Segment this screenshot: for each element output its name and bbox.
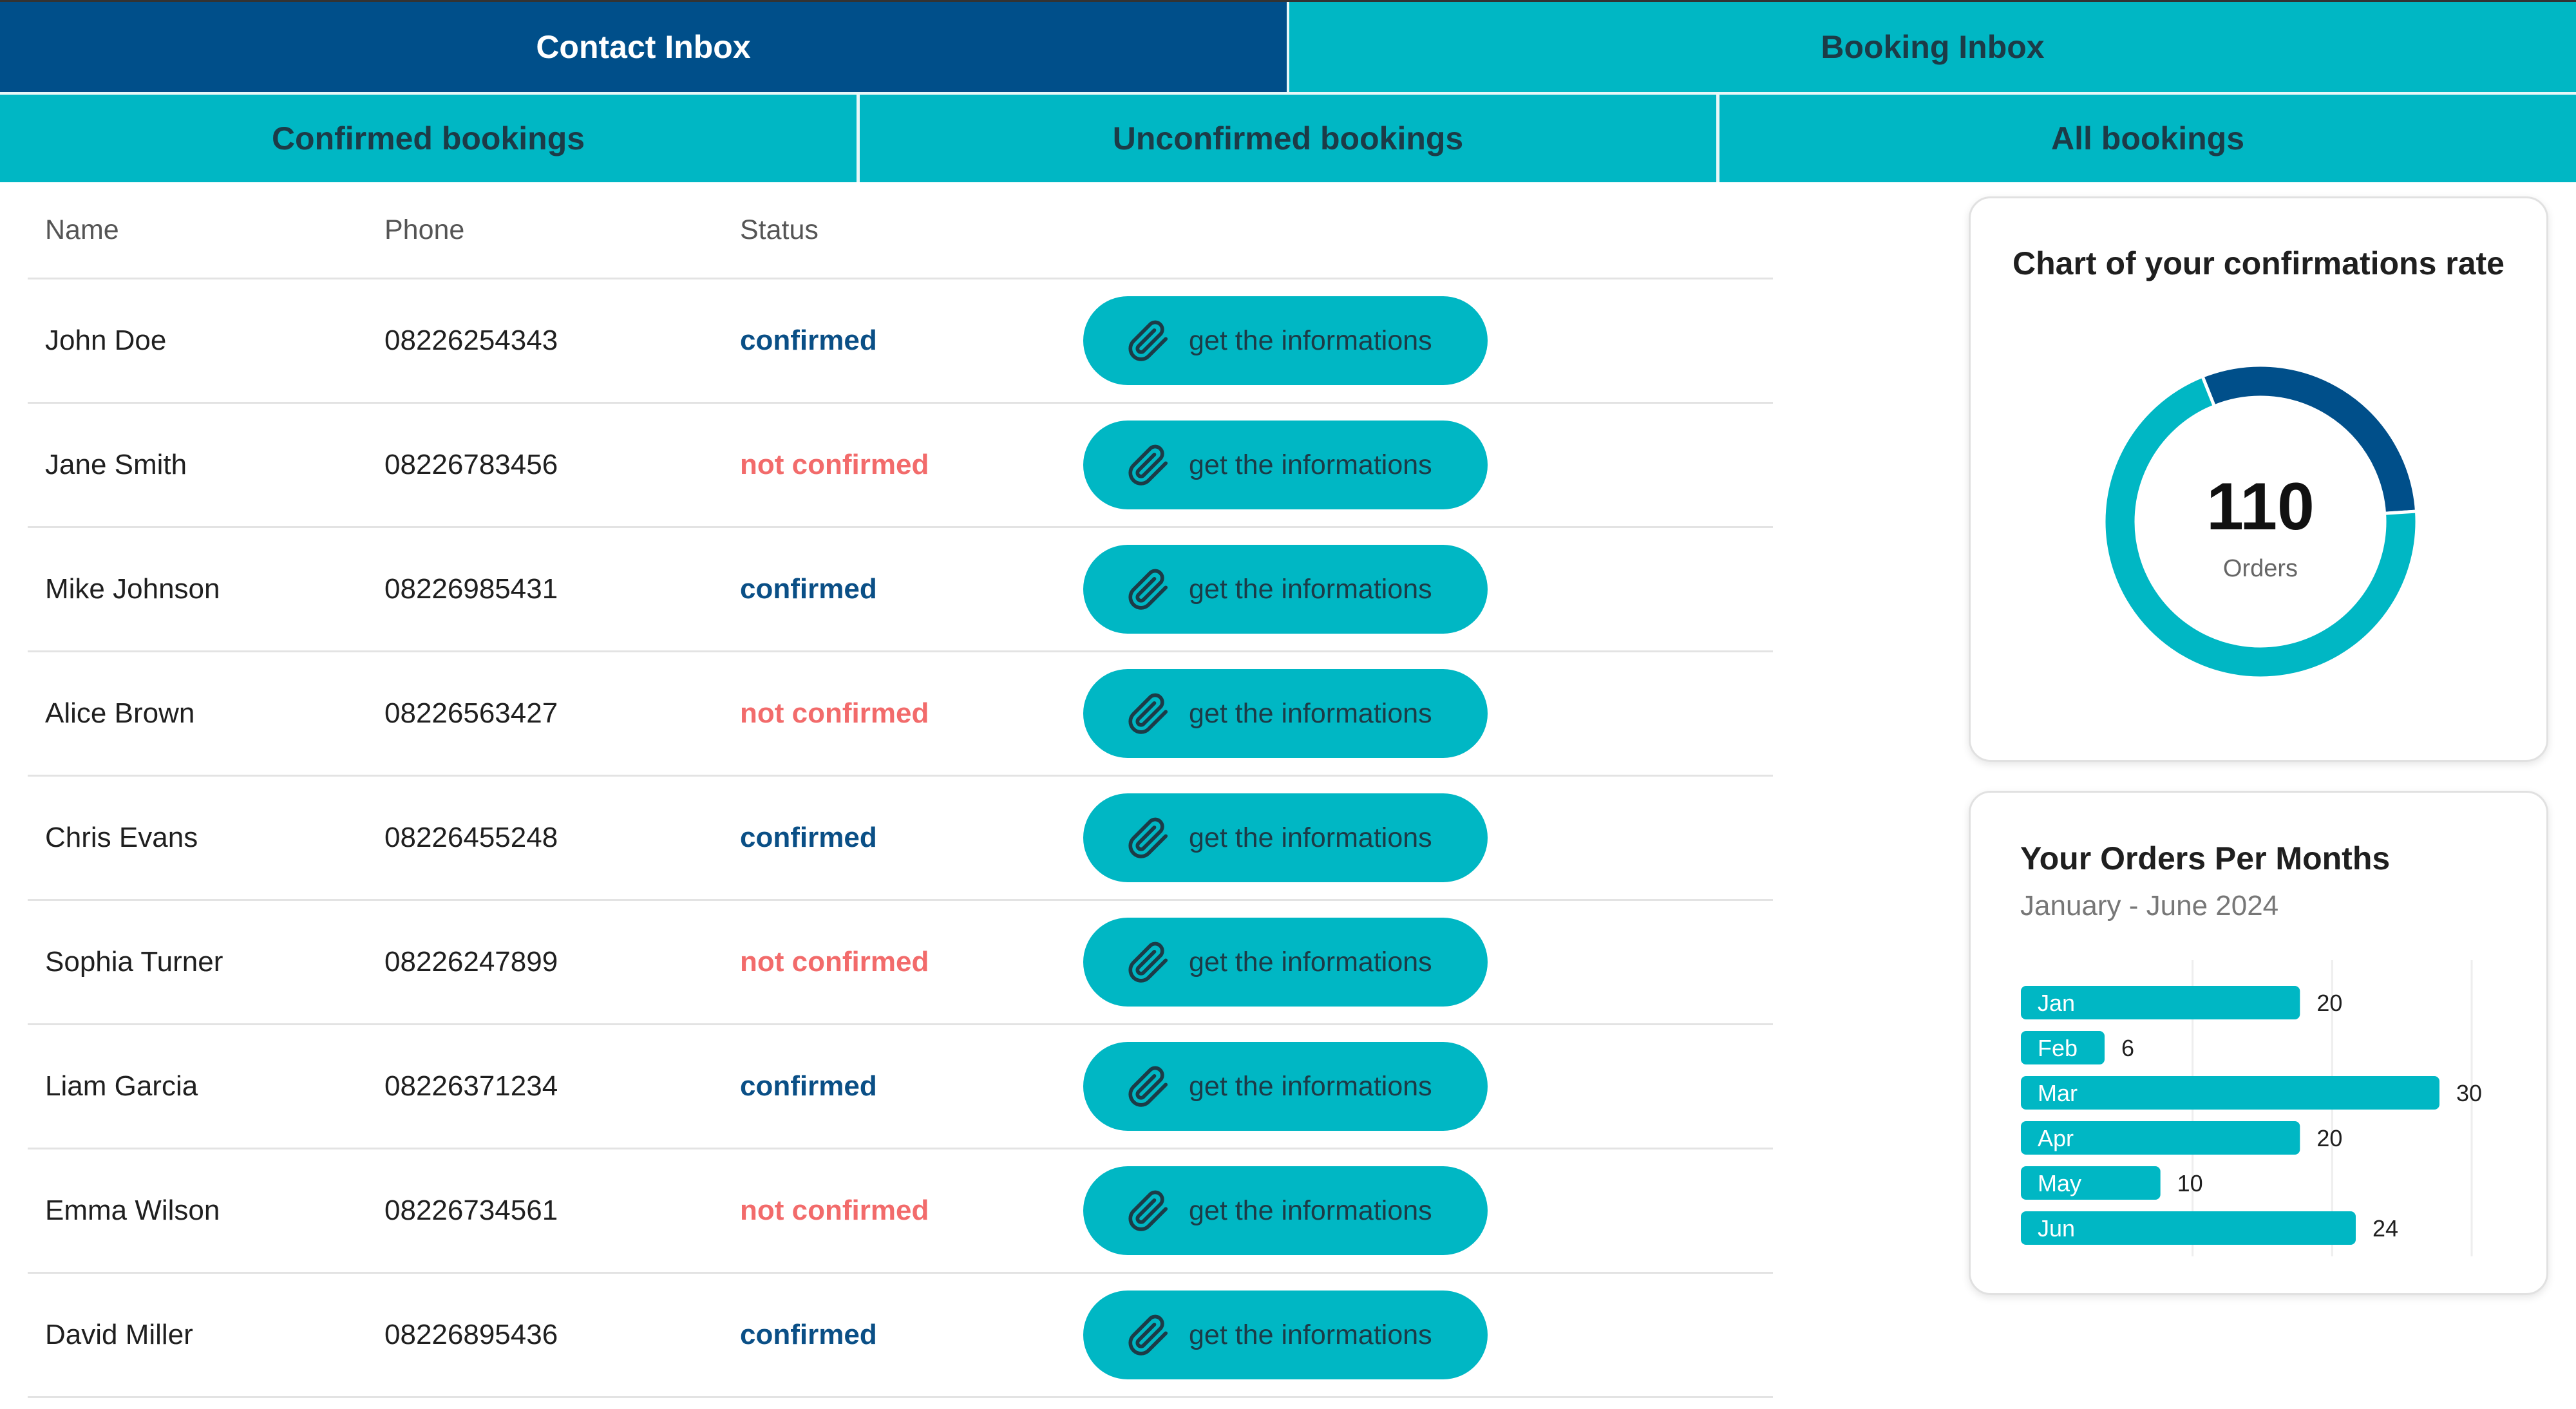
table-row: Alice Brown 08226563427 not confirmed get t… (28, 652, 1773, 777)
row-name: Liam Garcia (45, 1070, 198, 1102)
table-row: David Miller 08226895436 confirmed get the … (28, 1274, 1773, 1398)
get-informations-button[interactable]: get the informations (1083, 793, 1488, 882)
bar-category-label: Feb (2038, 1035, 2078, 1061)
row-name: David Miller (45, 1319, 193, 1350)
tab-booking-inbox[interactable]: Booking Inbox (1287, 2, 2576, 92)
get-informations-button[interactable]: get the informations (1083, 545, 1488, 634)
donut-center-value: 110 (2206, 469, 2315, 544)
row-phone: 08226455248 (384, 822, 558, 853)
get-informations-button[interactable]: get the informations (1083, 1042, 1488, 1131)
row-phone: 08226985431 (384, 573, 558, 605)
donut-center-label: Orders (2223, 555, 2298, 582)
paperclip-icon (1124, 690, 1189, 737)
paperclip-icon (1124, 1063, 1189, 1110)
bar-value-label: 10 (2177, 1170, 2203, 1196)
sub-tab-bar: Confirmed bookings Unconfirmed bookings … (0, 92, 2576, 182)
row-phone: 08226734561 (384, 1195, 558, 1226)
paperclip-icon (1124, 566, 1189, 612)
table-row: Emma Wilson 08226734561 not confirmed get t… (28, 1149, 1773, 1274)
bar-value-label: 20 (2316, 1125, 2342, 1151)
tab-unconfirmed-bookings[interactable]: Unconfirmed bookings (857, 95, 1716, 182)
header-name: Name (45, 214, 119, 245)
bar-value-label: 6 (2121, 1035, 2134, 1061)
bar-value-label: 24 (2372, 1215, 2398, 1242)
get-informations-label: get the informations (1189, 822, 1432, 853)
row-phone: 08226783456 (384, 449, 558, 480)
get-informations-button[interactable]: get the informations (1083, 1166, 1488, 1255)
bar-category-label: May (2038, 1170, 2081, 1196)
row-phone: 08226895436 (384, 1319, 558, 1350)
get-informations-button[interactable]: get the informations (1083, 296, 1488, 385)
paperclip-icon (1124, 1187, 1189, 1234)
orders-bar-chart: Jan 20 Feb 6 Mar 30 Apr 20 May 10 Jun 24 (2021, 960, 2482, 1256)
paperclip-icon (1124, 442, 1189, 488)
table-row: Chris Evans 08226455248 confirmed get the i… (28, 777, 1773, 901)
paperclip-icon (1124, 815, 1189, 861)
get-informations-label: get the informations (1189, 697, 1432, 729)
table-row: Mike Johnson 08226985431 confirmed get the … (28, 528, 1773, 652)
get-informations-label: get the informations (1189, 1319, 1432, 1350)
row-name: Mike Johnson (45, 573, 220, 605)
paperclip-icon (1124, 939, 1189, 985)
get-informations-label: get the informations (1189, 573, 1432, 605)
row-name: Chris Evans (45, 822, 198, 853)
top-tab-bar: Contact Inbox Booking Inbox (0, 0, 2576, 92)
orders-chart-title: Your Orders Per Months (2020, 840, 2391, 876)
row-name: Sophia Turner (45, 946, 223, 978)
bar-category-label: Mar (2038, 1080, 2078, 1106)
get-informations-button[interactable]: get the informations (1083, 421, 1488, 509)
bar-category-label: Jan (2038, 990, 2075, 1016)
confirmation-rate-title: Chart of your confirmations rate (2012, 245, 2505, 281)
header-phone: Phone (384, 214, 465, 245)
row-phone: 08226247899 (384, 946, 558, 978)
row-status: not confirmed (740, 697, 929, 729)
header-status: Status (740, 214, 819, 245)
table-row: John Doe 08226254343 confirmed get the info… (28, 279, 1773, 404)
row-phone: 08226371234 (384, 1070, 558, 1102)
row-status: confirmed (740, 573, 877, 605)
bar-value-label: 20 (2316, 990, 2342, 1016)
bar (2021, 1076, 2439, 1110)
row-status: confirmed (740, 325, 877, 356)
row-status: confirmed (740, 1319, 877, 1350)
confirmation-rate-card: Chart of your confirmations rate 110 Ord… (1969, 196, 2548, 762)
row-status: not confirmed (740, 449, 929, 480)
paperclip-icon (1124, 1312, 1189, 1358)
orders-per-month-card: Your Orders Per Months January - June 20… (1969, 791, 2548, 1295)
table-row: Sophia Turner 08226247899 not confirmed get… (28, 901, 1773, 1025)
table-row: Liam Garcia 08226371234 confirmed get the i… (28, 1025, 1773, 1149)
table-header: Name Phone Status (28, 182, 1773, 279)
row-name: Emma Wilson (45, 1195, 220, 1226)
row-status: not confirmed (740, 1195, 929, 1226)
get-informations-label: get the informations (1189, 1195, 1432, 1226)
row-status: confirmed (740, 1070, 877, 1102)
table-row: Jane Smith 08226783456 not confirmed get th… (28, 404, 1773, 528)
row-phone: 08226563427 (384, 697, 558, 729)
row-name: Alice Brown (45, 697, 195, 729)
get-informations-label: get the informations (1189, 1070, 1432, 1102)
bar-category-label: Jun (2038, 1215, 2075, 1242)
row-status: not confirmed (740, 946, 929, 978)
get-informations-label: get the informations (1189, 325, 1432, 356)
row-name: John Doe (45, 325, 167, 356)
tab-contact-inbox[interactable]: Contact Inbox (0, 2, 1287, 92)
get-informations-label: get the informations (1189, 946, 1432, 978)
get-informations-button[interactable]: get the informations (1083, 918, 1488, 1007)
tab-confirmed-bookings[interactable]: Confirmed bookings (0, 95, 857, 182)
bookings-table: Name Phone Status John Doe 08226254343 con… (28, 182, 1773, 1398)
confirmation-donut-chart: 110 Orders (2102, 363, 2419, 680)
get-informations-button[interactable]: get the informations (1083, 1291, 1488, 1379)
tab-all-bookings[interactable]: All bookings (1716, 95, 2576, 182)
table-body: John Doe 08226254343 confirmed get the info… (28, 279, 1773, 1398)
orders-chart-subtitle: January - June 2024 (2020, 890, 2279, 922)
paperclip-icon (1124, 317, 1189, 364)
bar-category-label: Apr (2038, 1125, 2074, 1151)
row-name: Jane Smith (45, 449, 187, 480)
get-informations-button[interactable]: get the informations (1083, 669, 1488, 758)
row-phone: 08226254343 (384, 325, 558, 356)
get-informations-label: get the informations (1189, 449, 1432, 480)
bar-value-label: 30 (2456, 1080, 2482, 1106)
row-status: confirmed (740, 822, 877, 853)
